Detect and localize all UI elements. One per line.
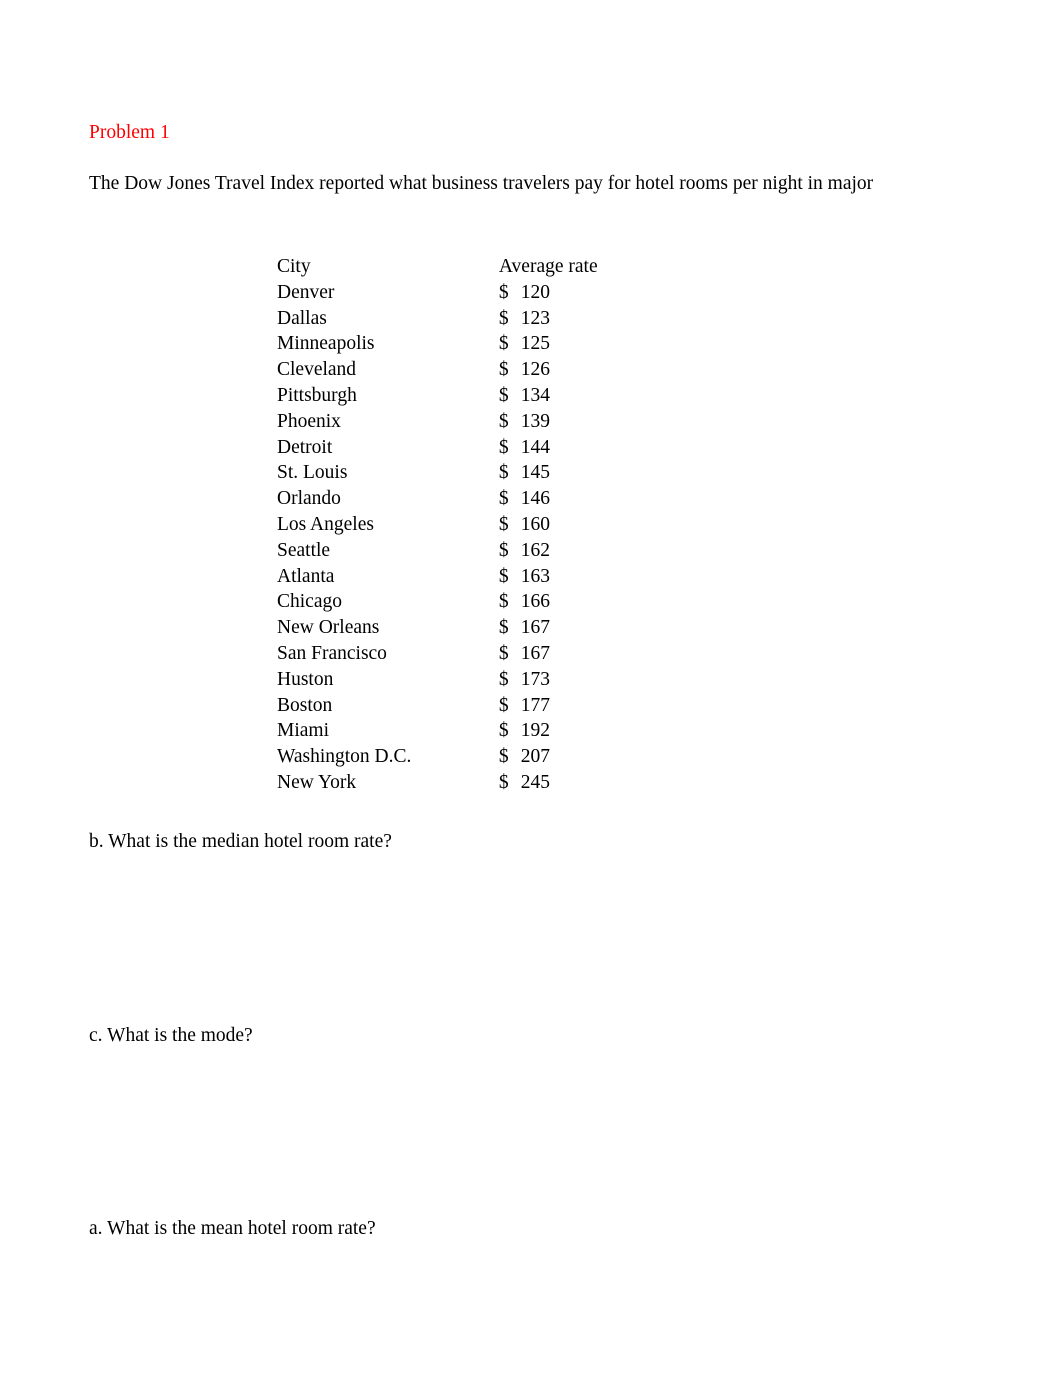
cell-currency-symbol: $: [498, 565, 509, 587]
cell-currency-symbol: $: [498, 668, 509, 690]
cell-currency-symbol: $: [498, 333, 509, 355]
cell-average-rate: 177: [520, 694, 550, 716]
cell-city: Denver: [277, 281, 335, 303]
cell-average-rate: 120: [520, 281, 550, 303]
table-row: St. Louis $145: [277, 460, 617, 486]
cell-city: St. Louis: [277, 462, 348, 484]
cell-average-rate: 146: [520, 488, 550, 510]
cell-average-rate: 145: [520, 462, 550, 484]
question-b-median: b. What is the median hotel room rate?: [89, 831, 392, 852]
cell-city: San Francisco: [277, 642, 387, 664]
cell-currency-symbol: $: [498, 513, 509, 535]
cell-average-rate: 162: [520, 539, 550, 561]
cell-currency-symbol: $: [498, 720, 509, 742]
cell-average-rate: 123: [520, 307, 550, 329]
cell-average-rate: 144: [520, 436, 550, 458]
cell-average-rate: 139: [520, 410, 550, 432]
cell-city: Detroit: [277, 436, 333, 458]
cell-average-rate: 163: [520, 565, 550, 587]
cell-currency-symbol: $: [498, 307, 509, 329]
cell-average-rate: 125: [520, 333, 550, 355]
answer-area-c[interactable]: [89, 1056, 969, 1206]
table-row: Atlanta $163: [277, 564, 617, 590]
table-header: City Average rate: [277, 254, 617, 280]
table-row: Washington D.C. $207: [277, 744, 617, 770]
cell-city: New York: [277, 771, 357, 793]
table-row: Cleveland $126: [277, 357, 617, 383]
cell-currency-symbol: $: [498, 746, 509, 768]
cell-city: Atlanta: [277, 565, 335, 587]
cell-city: Los Angeles: [277, 513, 374, 535]
cell-city: Orlando: [277, 488, 341, 510]
cell-currency-symbol: $: [498, 488, 509, 510]
table-row: Los Angeles $160: [277, 512, 617, 538]
cell-currency-symbol: $: [498, 617, 509, 639]
cell-city: Boston: [277, 694, 333, 716]
problem-heading: Problem 1: [89, 122, 170, 143]
cell-average-rate: 160: [520, 513, 550, 535]
column-header-average-rate: Average rate: [498, 256, 598, 277]
table-row: Phoenix $139: [277, 409, 617, 435]
cell-city: Cleveland: [277, 359, 357, 381]
cell-city: Washington D.C.: [277, 746, 412, 768]
cell-currency-symbol: $: [498, 642, 509, 664]
table-row: Seattle $162: [277, 538, 617, 564]
question-a-mean: a. What is the mean hotel room rate?: [89, 1218, 376, 1239]
cell-currency-symbol: $: [498, 410, 509, 432]
table-row: Minneapolis $125: [277, 331, 617, 357]
table-body: Denver $120 Dallas $123 Minneapolis $125 Cleve…: [277, 280, 617, 796]
cell-average-rate: 167: [520, 617, 550, 639]
table-row: Chicago $166: [277, 589, 617, 615]
table-row: Miami $192: [277, 718, 617, 744]
cell-average-rate: 134: [520, 384, 550, 406]
cell-city: New Orleans: [277, 617, 380, 639]
cell-average-rate: 126: [520, 359, 550, 381]
table-row: Huston $173: [277, 667, 617, 693]
table-row: Denver $120: [277, 280, 617, 306]
cell-currency-symbol: $: [498, 462, 509, 484]
cell-city: Huston: [277, 668, 334, 690]
cell-currency-symbol: $: [498, 281, 509, 303]
cell-currency-symbol: $: [498, 359, 509, 381]
cell-city: Miami: [277, 720, 329, 742]
table-row: Detroit $144: [277, 435, 617, 461]
table-row: Dallas $123: [277, 306, 617, 332]
cell-currency-symbol: $: [498, 591, 509, 613]
cell-city: Chicago: [277, 591, 342, 613]
table-row: San Francisco $167: [277, 641, 617, 667]
cell-city: Dallas: [277, 307, 327, 329]
table-row: Orlando $146: [277, 486, 617, 512]
table-row: Pittsburgh $134: [277, 383, 617, 409]
table-row: New Orleans $167: [277, 615, 617, 641]
cell-city: Seattle: [277, 539, 331, 561]
cell-currency-symbol: $: [498, 694, 509, 716]
cell-average-rate: 173: [520, 668, 550, 690]
intro-paragraph: The Dow Jones Travel Index reported what…: [89, 173, 874, 194]
cell-average-rate: 207: [520, 746, 550, 768]
hotel-rate-table: City Average rate Denver $120 Dallas $123 Mi…: [277, 254, 617, 796]
cell-currency-symbol: $: [498, 384, 509, 406]
document-page: Problem 1 The Dow Jones Travel Index rep…: [0, 0, 1062, 1377]
cell-city: Minneapolis: [277, 333, 375, 355]
answer-area-b[interactable]: [89, 862, 969, 1012]
cell-currency-symbol: $: [498, 436, 509, 458]
column-header-city: City: [277, 256, 311, 277]
table-row: Boston $177: [277, 693, 617, 719]
cell-average-rate: 166: [520, 591, 550, 613]
cell-currency-symbol: $: [498, 539, 509, 561]
cell-city: Phoenix: [277, 410, 341, 432]
question-c-mode: c. What is the mode?: [89, 1025, 253, 1046]
cell-currency-symbol: $: [498, 771, 509, 793]
cell-average-rate: 192: [520, 720, 550, 742]
table-header-row: City Average rate: [277, 254, 617, 280]
cell-average-rate: 245: [520, 771, 550, 793]
table-row: New York $245: [277, 770, 617, 796]
cell-city: Pittsburgh: [277, 384, 357, 406]
cell-average-rate: 167: [520, 642, 550, 664]
